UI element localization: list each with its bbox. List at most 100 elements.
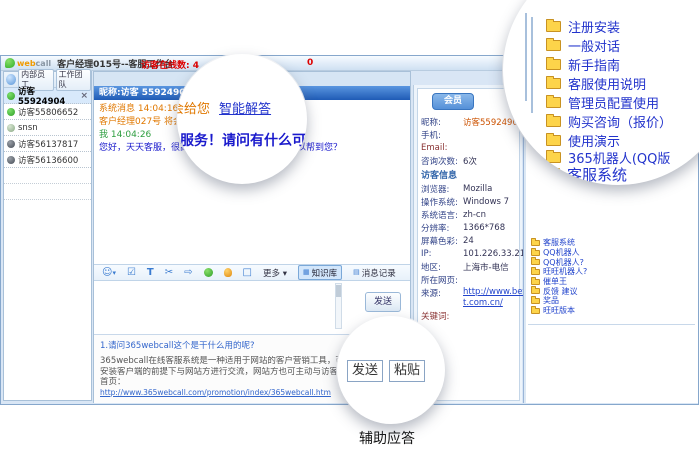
field-row: 所在网页: bbox=[421, 273, 520, 286]
send-button-magnified[interactable]: 发送 bbox=[347, 360, 383, 382]
folder-icon bbox=[531, 240, 540, 246]
folder-icon bbox=[546, 116, 561, 127]
nudge-icon[interactable] bbox=[224, 268, 232, 277]
source-link-line[interactable]: t.com.cn/ bbox=[463, 298, 503, 308]
visitor-online-icon bbox=[7, 108, 15, 116]
more-button[interactable]: 更多 ▾ bbox=[263, 267, 287, 279]
visitors-online-count-tail: 0 bbox=[307, 58, 313, 68]
window-icon[interactable]: □ bbox=[243, 265, 252, 280]
scrollbar-thumb[interactable] bbox=[336, 285, 341, 297]
field-label: 来源: bbox=[421, 287, 463, 309]
visitor-list-item[interactable]: 访客56136600 bbox=[4, 152, 91, 168]
panel-edge-line bbox=[525, 13, 527, 101]
field-label: 浏览器: bbox=[421, 183, 463, 195]
smiley-glyph: ☺ bbox=[102, 267, 112, 278]
field-label: 分辨率: bbox=[421, 222, 463, 234]
figure-caption: 辅助应答 bbox=[337, 428, 437, 448]
tree-item-label: 客服使用说明 bbox=[568, 74, 646, 93]
knowledge-base-label: 知识库 bbox=[312, 267, 338, 279]
visitor-list-item[interactable]: 访客55806652 bbox=[4, 104, 91, 120]
tree-item-label: 客服系统 bbox=[567, 164, 627, 185]
field-row: 屏幕色彩:24 bbox=[421, 234, 520, 247]
field-value: 上海市-电信 bbox=[463, 261, 509, 273]
field-row: 关键词: bbox=[421, 309, 520, 322]
panel-divider bbox=[528, 324, 695, 325]
more-label: 更多 bbox=[263, 269, 280, 279]
magnifier-smart-answer: 会给您智能解答 服务！请问有什么可以 bbox=[177, 54, 307, 184]
visitor-offline-icon bbox=[7, 156, 15, 164]
visitor-name: 访客55806652 bbox=[18, 106, 78, 118]
logo-text-call: call bbox=[36, 59, 52, 68]
folder-icon bbox=[531, 308, 540, 314]
magnified-text-prefix: 会 bbox=[177, 102, 184, 117]
field-row: 地区:上海市-电信 bbox=[421, 260, 520, 273]
scissors-icon[interactable]: ✂ bbox=[165, 265, 173, 280]
magnified-greeting-text: 服务！请问有什么可以 bbox=[180, 130, 307, 150]
folder-icon bbox=[531, 250, 540, 256]
smiley-icon[interactable]: ☺▾ bbox=[102, 265, 116, 281]
field-label: 所在网页: bbox=[421, 274, 463, 286]
history-icon: ▤ bbox=[353, 265, 360, 280]
field-row: Email: bbox=[421, 141, 520, 154]
member-tab[interactable]: 会员 bbox=[432, 93, 474, 110]
input-scrollbar[interactable] bbox=[335, 283, 342, 329]
folder-icon bbox=[546, 59, 561, 70]
tree-item-magnified[interactable]: 管理员配置使用 bbox=[546, 93, 659, 112]
tree-item-magnified[interactable]: 注册安装 bbox=[546, 17, 620, 36]
magnified-text: 给您 bbox=[184, 102, 210, 117]
field-value: 101.226.33.218 bbox=[463, 249, 531, 259]
tree-item-magnified[interactable]: 客服系统 bbox=[541, 164, 627, 185]
field-row: 操作系统:Windows 7 bbox=[421, 195, 520, 208]
paste-button-magnified[interactable]: 粘贴 bbox=[389, 360, 425, 382]
tree-item-label: 新手指南 bbox=[568, 55, 620, 74]
visitors-online-count: 访客在线数: 4 bbox=[141, 58, 199, 71]
message-history-button[interactable]: ▤消息记录 bbox=[353, 265, 396, 280]
field-value: 1366*768 bbox=[463, 223, 505, 233]
field-label: 昵称: bbox=[421, 116, 463, 128]
font-icon[interactable]: T bbox=[147, 265, 154, 280]
field-label: Email: bbox=[421, 143, 463, 153]
panel-edge-line bbox=[531, 17, 533, 113]
empty-list-row bbox=[4, 184, 91, 200]
field-label: 地区: bbox=[421, 261, 463, 273]
field-value: zh-cn bbox=[463, 210, 486, 220]
tree-item[interactable]: 旺旺版本 bbox=[531, 306, 694, 316]
source-row: 来源: http://www.betasct.com.cn/ bbox=[421, 287, 520, 309]
visitor-name: 访客56136600 bbox=[18, 154, 78, 166]
member-fields: 昵称:访客5592490 手机: Email: 咨询次数:6次 访客信息 浏览器… bbox=[421, 115, 520, 322]
tree-item-magnified[interactable]: 新手指南 bbox=[546, 55, 620, 74]
field-value: Mozilla bbox=[463, 184, 492, 194]
tree-item-magnified[interactable]: 购买咨询（报价） bbox=[546, 112, 672, 131]
field-label: 关键词: bbox=[421, 310, 463, 322]
folder-icon bbox=[531, 298, 540, 304]
field-row: 分辨率:1366*768 bbox=[421, 221, 520, 234]
folder-icon bbox=[546, 78, 561, 89]
visitor-name: snsn bbox=[18, 123, 38, 133]
visitor-sidebar: 内部员工 工作团队 访客55924904 × 访客55806652 snsn 访… bbox=[3, 71, 92, 401]
field-label: 咨询次数: bbox=[421, 155, 463, 167]
tree-item-label: 管理员配置使用 bbox=[568, 93, 659, 112]
file-transfer-icon[interactable]: ⇨ bbox=[184, 265, 192, 280]
visitor-info-section-header: 访客信息 bbox=[421, 167, 520, 182]
chat-toolbar: ☺▾ ☑ T ✂ ⇨ □ 更多 ▾ ▦知识库 ▤消息记录 bbox=[94, 264, 410, 281]
knowledge-base-button[interactable]: ▦知识库 bbox=[298, 265, 342, 280]
close-icon[interactable]: × bbox=[80, 91, 88, 101]
send-button[interactable]: 发送 bbox=[365, 292, 401, 312]
smart-answer-link-magnified[interactable]: 智能解答 bbox=[219, 102, 271, 117]
field-value: 24 bbox=[463, 236, 474, 246]
knowledge-tree-items: 客服系统 QQ机器人 QQ机器人? 旺旺机器人? 催单王 反馈 建议 奖品 旺旺… bbox=[531, 238, 694, 316]
empty-list-row bbox=[4, 168, 91, 184]
visitor-list-item[interactable]: snsn bbox=[4, 120, 91, 136]
visitor-list-item[interactable]: 访客56137817 bbox=[4, 136, 91, 152]
webcall-logo-icon bbox=[5, 58, 15, 68]
folder-icon bbox=[541, 168, 560, 181]
status-sphere-icon[interactable] bbox=[6, 74, 16, 85]
screenshot-icon[interactable]: ☑ bbox=[127, 265, 136, 280]
folder-icon bbox=[546, 97, 561, 108]
tree-item-magnified[interactable]: 一般对话 bbox=[546, 36, 620, 55]
field-row: 昵称:访客5592490 bbox=[421, 115, 520, 128]
folder-icon bbox=[546, 135, 561, 146]
contact-icon[interactable] bbox=[204, 268, 213, 277]
field-row: 浏览器:Mozilla bbox=[421, 182, 520, 195]
tree-item-magnified[interactable]: 客服使用说明 bbox=[546, 74, 646, 93]
